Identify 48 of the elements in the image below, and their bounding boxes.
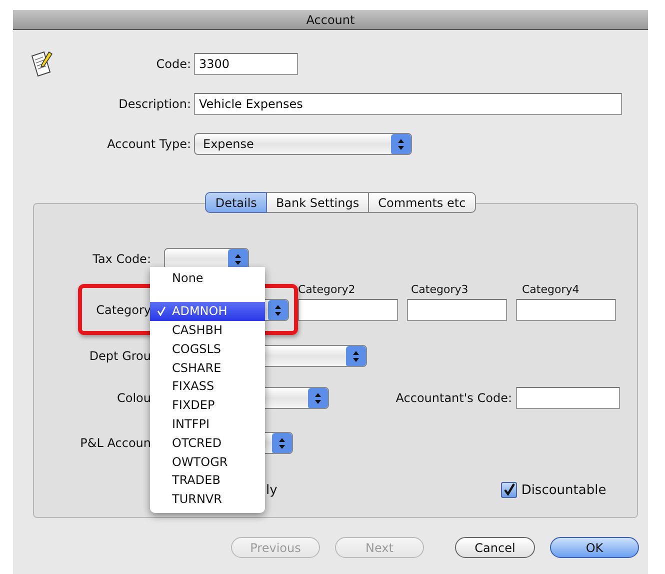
stepper-arrows-icon [228,249,248,269]
dept-group-label: Dept Grou [88,349,151,363]
category-field[interactable] [407,299,507,321]
menu-item[interactable]: TURNVR [150,490,265,509]
description-field[interactable]: Vehicle Expenses [194,93,622,115]
push-button[interactable]: Cancel [455,537,535,558]
account-type-label: Account Type: [106,137,191,151]
discountable-label: Discountable [521,482,606,498]
document-pencil-icon [30,50,54,78]
tab[interactable]: Bank Settings [266,192,370,213]
menu-item[interactable]: None [150,269,265,288]
category-column-label: Category4 [522,283,580,297]
menu-item[interactable]: TRADEB [150,470,265,490]
menu-item[interactable]: INTFPI [150,414,265,434]
accountants-code-field[interactable] [516,387,620,409]
code-label: Code: [155,57,191,71]
category-column-label: Category2 [298,283,356,297]
menu-item[interactable]: OWTOGR [150,452,265,471]
stepper-arrows-icon [346,346,366,366]
stepper-arrows-icon [308,388,328,408]
code-field[interactable]: 3300 [194,53,298,75]
category-label: Category [95,303,151,317]
menu-item[interactable]: COGSLS [150,339,265,358]
menu-item[interactable]: ADMNOH [150,302,265,321]
checkmark-icon [156,306,166,316]
colour-label: Colou [116,391,151,405]
window-title: Account [306,12,355,26]
checkbox-label: ly [266,482,278,498]
stepper-arrows-icon [391,134,411,154]
menu-item[interactable]: FIXDEP [150,396,265,415]
category-column-label: Category3 [411,283,470,297]
tax-code-label: Tax Code: [92,252,151,266]
stepper-arrows-icon [272,433,292,453]
menu-item[interactable]: FIXASS [150,376,265,396]
account-type-popup[interactable]: Expense [194,133,412,155]
menu-item[interactable]: CSHARE [150,358,265,377]
discountable-checkbox[interactable] [501,482,518,498]
tab[interactable]: Details [205,192,267,213]
menu-item[interactable]: CASHBH [150,320,265,340]
pl-account-label: P&L Accoun [79,436,151,450]
push-button[interactable]: OK [550,537,639,558]
description-label: Description: [118,97,191,111]
tab[interactable]: Comments etc [369,192,476,213]
accountants-code-label: Accountant's Code: [396,391,512,405]
stepper-arrows-icon [268,300,288,320]
menu-item[interactable]: OTCRED [150,433,265,452]
category-field[interactable] [516,299,616,321]
category-field[interactable] [298,299,398,321]
